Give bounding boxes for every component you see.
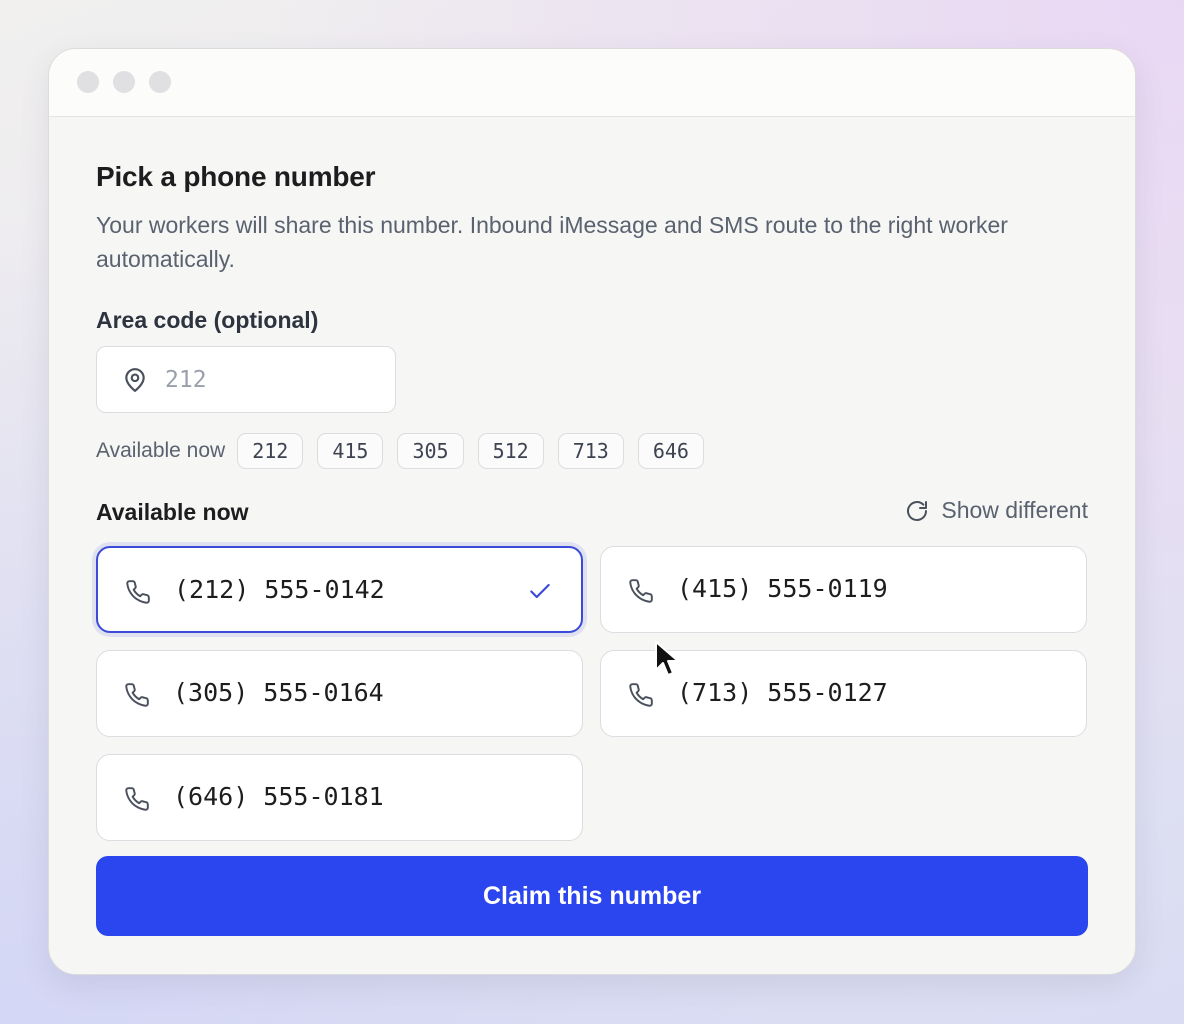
phone-number-text: (415) 555-0119	[677, 574, 888, 603]
phone-number-text: (646) 555-0181	[173, 782, 384, 811]
suggestions-label: Available now	[96, 439, 226, 462]
area-code-chip-212[interactable]: 212	[237, 433, 304, 469]
phone-number-text: (212) 555-0142	[174, 575, 385, 604]
mouse-cursor-icon	[655, 641, 679, 676]
area-code-field[interactable]	[96, 346, 396, 413]
number-option[interactable]: (415) 555-0119	[600, 546, 1087, 633]
claim-number-button[interactable]: Claim this number	[96, 856, 1088, 936]
area-code-chip-415[interactable]: 415	[317, 433, 384, 469]
phone-number-text: (305) 555-0164	[173, 678, 384, 707]
numbers-section-label: Available now	[96, 499, 249, 525]
number-option[interactable]: (305) 555-0164	[96, 650, 583, 737]
phone-icon	[629, 683, 653, 707]
area-code-input[interactable]	[163, 357, 387, 403]
area-code-suggestions: Available now 212 415 305 512 713 646	[96, 432, 718, 470]
phone-icon	[125, 683, 149, 707]
phone-icon	[126, 580, 150, 604]
dialog-body: Pick a phone number Your workers will sh…	[48, 48, 1136, 975]
number-option-selected[interactable]: (212) 555-0142	[96, 546, 583, 633]
page-subtitle: Your workers will share this number. Inb…	[96, 212, 1008, 272]
phone-icon	[629, 579, 653, 603]
location-pin-icon	[125, 368, 145, 392]
show-different-label: Show different	[941, 497, 1088, 523]
area-code-chip-713[interactable]: 713	[557, 433, 624, 469]
page-title: Pick a phone number	[96, 161, 376, 192]
number-option[interactable]: (646) 555-0181	[96, 754, 583, 841]
area-code-chip-512[interactable]: 512	[477, 433, 544, 469]
show-different-button[interactable]: Show different	[905, 497, 1088, 524]
area-code-label: Area code (optional)	[96, 307, 319, 333]
refresh-icon	[907, 500, 928, 521]
phone-icon	[125, 787, 149, 811]
phone-number-text: (713) 555-0127	[677, 678, 888, 707]
area-code-chip-305[interactable]: 305	[397, 433, 464, 469]
checkmark-icon	[530, 583, 550, 599]
area-code-chip-646[interactable]: 646	[637, 433, 704, 469]
